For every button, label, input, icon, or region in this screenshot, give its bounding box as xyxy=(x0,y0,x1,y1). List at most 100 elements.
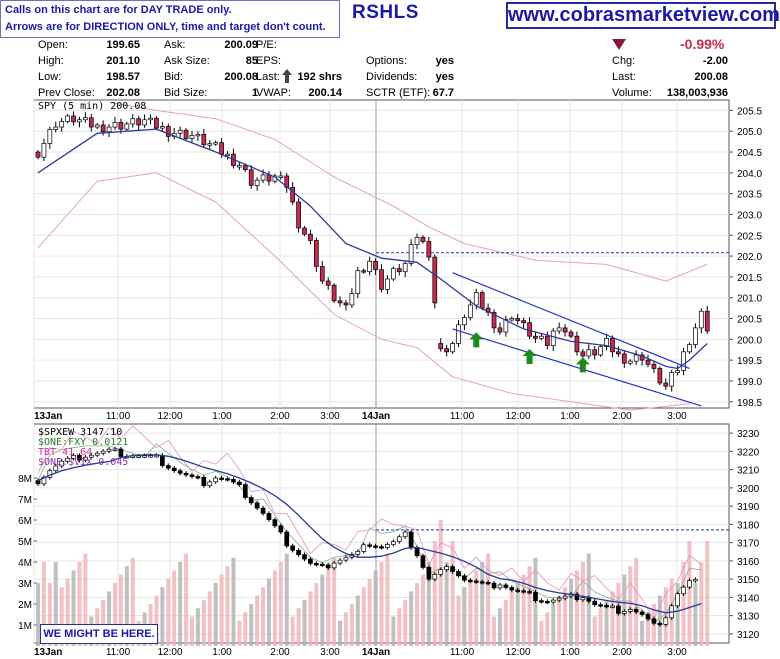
candle-body xyxy=(183,129,189,139)
spxew-candle xyxy=(361,544,367,552)
volume-bar xyxy=(420,574,425,646)
candle-body xyxy=(467,304,473,318)
candle-body xyxy=(308,233,313,241)
candle-body xyxy=(302,227,307,235)
volume-bar xyxy=(243,612,248,646)
spxew-candle xyxy=(467,579,473,583)
spy-y-tick-label: 202.0 xyxy=(737,252,762,263)
volume-bar xyxy=(693,583,698,646)
candle-body xyxy=(396,268,402,273)
candle-body xyxy=(556,327,562,332)
spxew-candle xyxy=(527,591,532,594)
spy-x-tick-label: 12:00 xyxy=(157,411,182,422)
site-banner[interactable]: www.cobrasmarketview.com xyxy=(506,2,780,29)
candle-body xyxy=(355,270,361,294)
volume-bar xyxy=(462,587,467,646)
spxew-candle xyxy=(462,575,467,581)
candle-body xyxy=(592,349,598,356)
volume-bar xyxy=(343,612,348,646)
spxew-y-tick-label: 3120 xyxy=(737,630,760,641)
volume-bar xyxy=(261,587,266,646)
spxew-candle xyxy=(681,586,686,595)
spxew-x-tick-label: 11:00 xyxy=(106,647,131,658)
volume-bar xyxy=(201,599,206,646)
volume-bar xyxy=(497,608,502,646)
candle-body xyxy=(675,370,680,373)
spxew-candle xyxy=(633,609,639,613)
volume-bar xyxy=(503,599,508,646)
spxew-candle xyxy=(438,569,444,575)
volume-bar xyxy=(219,574,224,646)
spxew-candle xyxy=(639,611,645,615)
volume-bar xyxy=(361,587,366,646)
volume-bar xyxy=(302,599,307,646)
day-trade-note: Calls on this chart are for DAY TRADE on… xyxy=(0,0,340,38)
candle-body xyxy=(331,284,337,302)
spxew-candle xyxy=(473,580,479,583)
volume-bar xyxy=(403,599,408,646)
volume-bar xyxy=(178,562,183,646)
volume-bar xyxy=(379,562,384,646)
candle-body xyxy=(621,353,627,364)
candle-body xyxy=(142,119,147,126)
candle-body xyxy=(544,335,550,346)
spxew-candle xyxy=(379,546,384,549)
candle-body xyxy=(698,310,704,329)
candle-body xyxy=(367,260,373,273)
candle-body xyxy=(148,117,153,121)
spxew-candle xyxy=(266,513,272,520)
volume-bar xyxy=(539,620,544,646)
spxew-candle xyxy=(562,595,568,599)
candle-body xyxy=(687,344,692,353)
spxew-x-tick-label: 1:00 xyxy=(212,647,232,658)
volume-bar xyxy=(634,557,639,646)
volume-bar xyxy=(349,604,354,646)
spxew-y-tick-label: 3220 xyxy=(737,447,760,458)
candle-body xyxy=(645,359,651,365)
note-line-1: Calls on this chart are for DAY TRADE on… xyxy=(5,4,232,16)
spxew-candle xyxy=(497,584,503,589)
volume-bar xyxy=(184,553,189,646)
spy-y-tick-label: 203.5 xyxy=(737,190,762,201)
spxew-candle xyxy=(325,564,331,569)
spxew-candle xyxy=(343,556,349,561)
volume-tick-label: 1M xyxy=(18,621,32,632)
spxew-candle xyxy=(645,614,651,620)
candle-body xyxy=(533,335,538,339)
volume-bar xyxy=(438,520,443,646)
spxew-candle xyxy=(308,558,313,564)
spxew-candle xyxy=(539,600,544,603)
candle-body xyxy=(426,241,432,258)
spxew-candle xyxy=(556,597,562,601)
spxew-candle xyxy=(385,544,390,548)
spxew-candle xyxy=(201,476,207,487)
volume-bar xyxy=(207,591,212,646)
volume-bar xyxy=(409,591,414,646)
candle-body xyxy=(314,240,319,267)
candle-body xyxy=(509,318,515,321)
spxew-candle xyxy=(390,541,396,545)
spxew-y-tick-label: 3200 xyxy=(737,484,760,495)
volume-bar xyxy=(492,616,497,646)
candle-body xyxy=(325,280,331,286)
volume-bar xyxy=(266,578,271,646)
spy-x-tick-label: 11:00 xyxy=(450,411,475,422)
candle-body xyxy=(219,142,224,155)
candle-body xyxy=(337,300,343,304)
spy-x-tick-label: 3:00 xyxy=(667,411,687,422)
candle-body xyxy=(420,237,426,242)
spxew-x-tick-label: 14Jan xyxy=(362,647,390,658)
candle-body xyxy=(402,263,408,273)
candle-body xyxy=(574,335,580,353)
spy-y-tick-label: 205.0 xyxy=(737,127,762,138)
spxew-candle xyxy=(290,545,296,551)
volume-bar xyxy=(509,591,514,646)
spxew-candle xyxy=(242,484,248,498)
spxew-candle xyxy=(432,574,438,580)
candle-body xyxy=(83,117,88,121)
candle-body xyxy=(130,118,136,125)
spxew-x-tick-label: 12:00 xyxy=(157,647,182,658)
spxew-candle xyxy=(396,536,402,542)
spxew-candle xyxy=(693,579,698,582)
candle-body xyxy=(385,278,390,290)
